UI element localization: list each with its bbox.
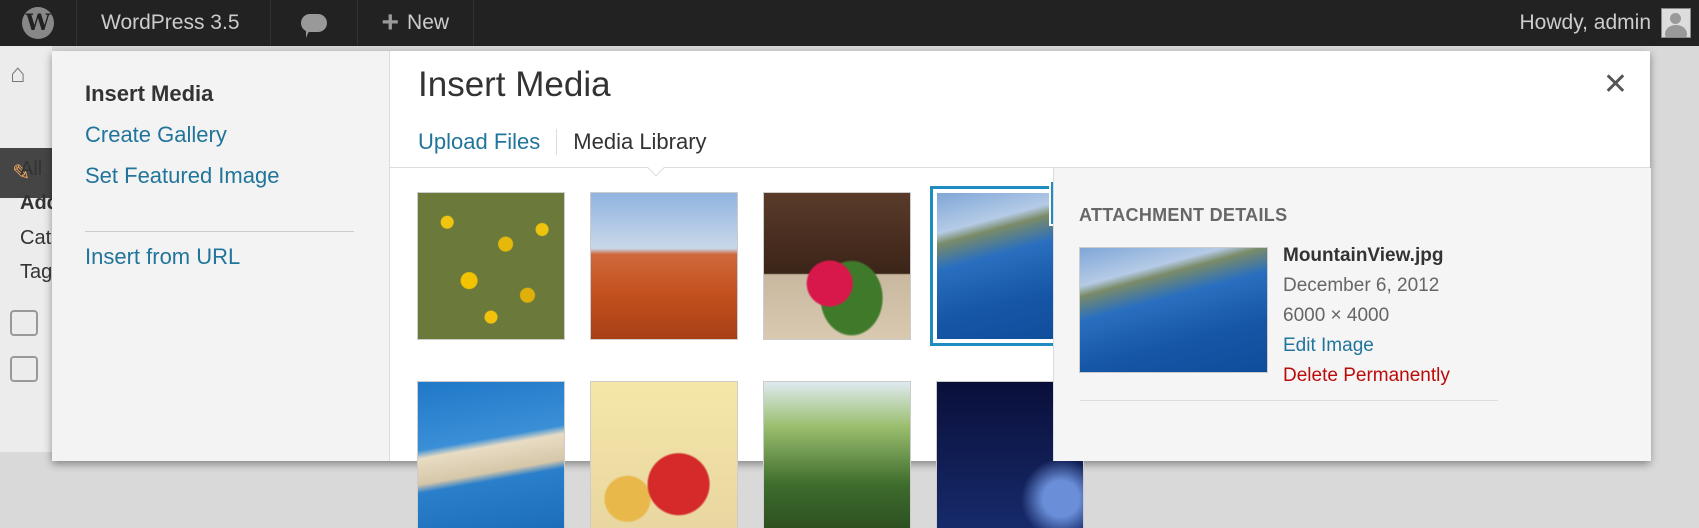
attachment-thumbnail[interactable] [591, 193, 737, 339]
menu-insert-from-url[interactable]: Insert from URL [85, 244, 240, 270]
media-router: Upload Files Media Library [418, 117, 723, 167]
media-menu-icon[interactable] [10, 310, 38, 336]
attachment-details-heading: ATTACHMENT DETAILS [1079, 205, 1287, 226]
menu-create-gallery[interactable]: Create Gallery [85, 122, 227, 148]
new-content-menu[interactable]: + New [358, 0, 475, 46]
attachment-filename: MountainView.jpg [1283, 245, 1443, 267]
wordpress-logo-menu[interactable]: W [0, 0, 77, 46]
mountain-view-preview-image [1080, 248, 1267, 372]
media-frame-menu: Insert Media Create Gallery Set Featured… [52, 51, 390, 461]
attachment-preview [1080, 248, 1267, 372]
edit-image-link[interactable]: Edit Image [1283, 335, 1374, 357]
submenu-tags[interactable]: Tag [20, 261, 52, 284]
admin-bar: W WordPress 3.5 + New Howdy, admin [0, 0, 1699, 46]
site-name-link[interactable]: WordPress 3.5 [77, 0, 271, 46]
close-icon[interactable]: ✕ [1603, 67, 1628, 102]
media-modal: Insert Media Create Gallery Set Featured… [52, 51, 1650, 461]
attachment-thumbnail[interactable] [764, 193, 910, 339]
red-desert-image [591, 193, 737, 339]
my-account-menu[interactable]: Howdy, admin [1520, 0, 1699, 46]
admin-menu: ⌂ ✎ All Add Cat Tag [0, 46, 52, 452]
attachment-thumbnail[interactable] [418, 193, 564, 339]
modal-title: Insert Media [418, 65, 611, 105]
avatar [1661, 8, 1691, 38]
comment-bubble-icon [301, 14, 327, 32]
dashboard-home-icon[interactable]: ⌂ [10, 58, 40, 88]
island-aerial-image [418, 382, 564, 528]
submenu-all-posts[interactable]: All [20, 158, 42, 181]
cactus-garden-image [764, 382, 910, 528]
wordpress-logo-icon: W [22, 7, 54, 39]
menu-insert-media[interactable]: Insert Media [85, 81, 213, 107]
details-separator [1080, 400, 1498, 401]
menu-set-featured-image[interactable]: Set Featured Image [85, 163, 279, 189]
howdy-label: Howdy, admin [1520, 11, 1652, 35]
menu-separator [85, 231, 354, 232]
submenu-categories[interactable]: Cat [20, 227, 51, 250]
attachment-thumbnail[interactable] [764, 382, 910, 528]
attachment-details-sidebar: ATTACHMENT DETAILS MountainView.jpg Dece… [1053, 168, 1651, 461]
yellow-flowers-image [418, 193, 564, 339]
strawberries-image [591, 382, 737, 528]
delete-permanently-link[interactable]: Delete Permanently [1283, 365, 1450, 387]
tab-media-library[interactable]: Media Library [556, 129, 722, 155]
tab-upload-files[interactable]: Upload Files [418, 129, 556, 155]
pages-menu-icon[interactable] [10, 356, 38, 382]
new-content-label: New [407, 11, 449, 35]
attachment-date: December 6, 2012 [1283, 275, 1439, 297]
window-flowers-image [764, 193, 910, 339]
attachment-dimensions: 6000 × 4000 [1283, 305, 1389, 327]
plus-icon: + [382, 8, 400, 38]
attachment-thumbnail[interactable] [418, 382, 564, 528]
comments-link[interactable] [271, 0, 358, 46]
attachment-thumbnail[interactable] [591, 382, 737, 528]
